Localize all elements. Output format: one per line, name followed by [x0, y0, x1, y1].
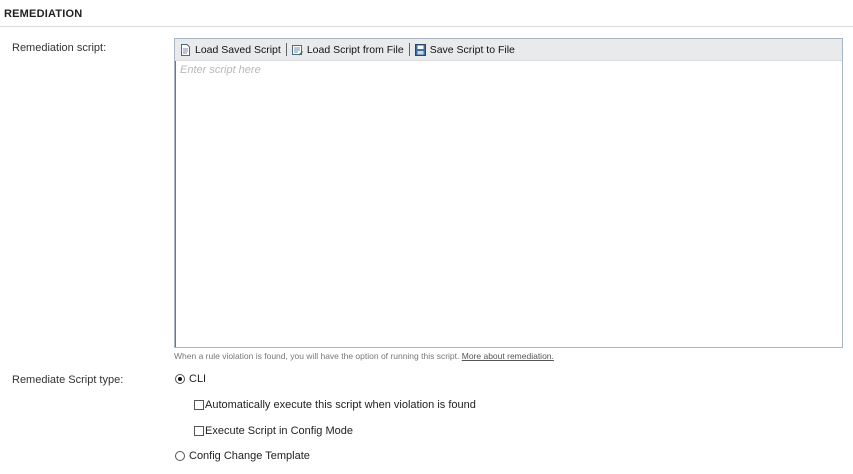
load-saved-script-label: Load Saved Script — [195, 43, 281, 56]
load-script-from-file-label: Load Script from File — [306, 43, 404, 56]
script-editor: Load Saved Script Load Script from File … — [174, 38, 843, 348]
hint-text: When a rule violation is found, you will… — [174, 351, 462, 361]
cli-radio-label: CLI — [189, 373, 207, 385]
open-file-icon — [291, 44, 303, 55]
load-script-from-file-button[interactable]: Load Script from File — [291, 43, 404, 56]
load-saved-script-button[interactable]: Load Saved Script — [180, 43, 281, 56]
save-disk-icon — [414, 43, 426, 56]
editor-toolbar: Load Saved Script Load Script from File … — [175, 39, 842, 61]
remediation-hint: When a rule violation is found, you will… — [174, 351, 554, 361]
toolbar-separator — [408, 43, 410, 56]
remediation-script-label: Remediation script: — [12, 42, 107, 54]
auto-execute-checkbox-option[interactable]: Automatically execute this script when v… — [194, 399, 476, 411]
document-icon — [181, 43, 190, 56]
config-mode-label: Execute Script in Config Mode — [205, 425, 353, 437]
config-change-template-radio[interactable] — [175, 451, 185, 461]
cli-radio-option[interactable]: CLI — [175, 373, 206, 385]
cli-radio[interactable] — [175, 374, 185, 384]
auto-execute-checkbox[interactable] — [194, 400, 204, 410]
config-mode-checkbox[interactable] — [194, 426, 204, 436]
more-about-remediation-link[interactable]: More about remediation. — [462, 351, 554, 361]
config-change-template-label: Config Change Template — [189, 450, 310, 462]
save-script-to-file-label: Save Script to File — [429, 43, 515, 56]
toolbar-separator — [285, 43, 287, 56]
config-mode-checkbox-option[interactable]: Execute Script in Config Mode — [194, 425, 353, 437]
section-header: REMEDIATION — [0, 0, 853, 27]
config-change-template-radio-option[interactable]: Config Change Template — [175, 450, 310, 462]
remediate-script-type-label: Remediate Script type: — [12, 374, 124, 386]
auto-execute-label: Automatically execute this script when v… — [205, 399, 476, 411]
script-textarea[interactable] — [175, 61, 842, 347]
section-title: REMEDIATION — [4, 8, 83, 20]
save-script-to-file-button[interactable]: Save Script to File — [414, 43, 515, 56]
